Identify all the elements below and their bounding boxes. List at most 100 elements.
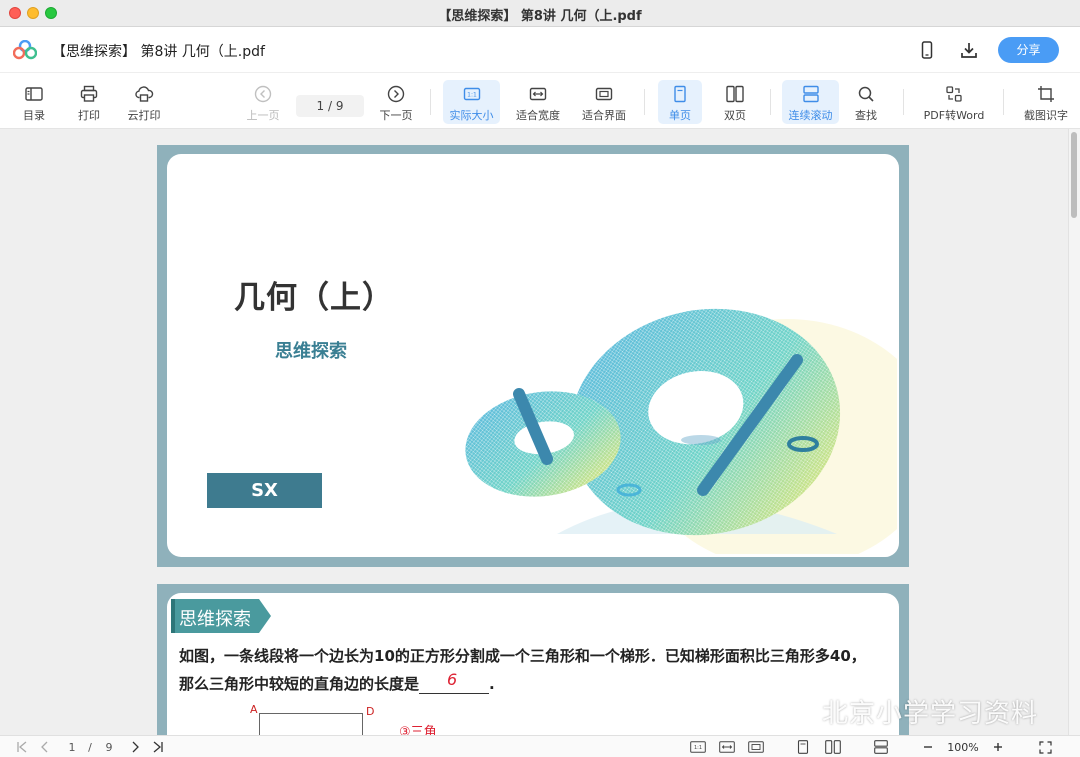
cover-badge: SX (207, 473, 322, 508)
double-page-icon[interactable] (823, 739, 843, 755)
prev-page-icon[interactable] (38, 739, 52, 755)
cloud-print-icon (135, 86, 154, 102)
cover-subtitle: 思维探索 (275, 341, 347, 362)
fit-width-label: 适合宽度 (516, 109, 560, 122)
fit-width-icon[interactable] (717, 739, 737, 755)
wechat-icon (780, 698, 816, 724)
pdf-page-1: 几何（上） 思维探索 SX (157, 145, 909, 567)
double-page-label: 双页 (724, 109, 746, 122)
svg-text:1:1: 1:1 (467, 92, 477, 99)
cloud-print-button[interactable]: 云打印 (122, 80, 166, 124)
torus-illustration (465, 308, 897, 554)
main-toolbar: 目录 打印 云打印 上一页 1 / 9 下一页 1:1 实际大小 适合宽度 适合… (0, 73, 1080, 129)
document-viewer[interactable]: 几何（上） 思维探索 SX 思维探索 如图，一条线段将一个边长为10的正方形分割… (0, 129, 1080, 735)
actual-size-icon: 1:1 (463, 87, 480, 101)
svg-text:1:1: 1:1 (694, 745, 702, 751)
section-ribbon-label: 思维探索 (179, 609, 251, 630)
continuous-scroll-icon (802, 85, 819, 103)
status-page-separator: / (88, 740, 92, 754)
toc-button[interactable]: 目录 (14, 80, 54, 124)
toc-icon (25, 87, 43, 101)
single-page-label: 单页 (669, 109, 691, 122)
convert-icon (946, 86, 962, 102)
handwritten-answer: 6 (447, 670, 458, 689)
cover-title: 几何（上） (234, 280, 394, 316)
toolbar-divider (1003, 89, 1004, 115)
ocr-button[interactable]: 截图识字 (1020, 80, 1072, 124)
continuous-scroll-button[interactable]: 连续滚动 (782, 80, 839, 124)
fit-screen-icon[interactable] (746, 739, 766, 755)
single-page-button[interactable]: 单页 (658, 80, 702, 124)
question-line-2-text: 那么三角形中较短的直角边的长度是 (179, 675, 420, 693)
double-page-icon (726, 85, 744, 103)
fit-width-icon (529, 87, 547, 101)
zoom-level[interactable]: 100% (942, 739, 984, 755)
prev-page-label: 上一页 (246, 109, 280, 122)
chevron-right-circle-icon (387, 85, 405, 103)
find-label: 查找 (855, 109, 877, 122)
continuous-scroll-label: 连续滚动 (788, 109, 833, 122)
page-number-input[interactable]: 1 / 9 (296, 95, 364, 117)
first-page-icon[interactable] (14, 739, 30, 755)
last-page-icon[interactable] (150, 739, 166, 755)
fullscreen-icon[interactable] (1036, 739, 1054, 755)
app-logo-icon (13, 40, 37, 60)
watermark-text: 北京小学学习资料 (822, 699, 1039, 729)
actual-size-button[interactable]: 1:1 实际大小 (443, 80, 500, 124)
sketch-square (259, 713, 363, 735)
fit-screen-button[interactable]: 适合界面 (578, 80, 630, 124)
prev-page-button[interactable]: 上一页 (243, 80, 283, 124)
status-current-page[interactable]: 1 (64, 739, 80, 755)
fit-width-button[interactable]: 适合宽度 (512, 80, 564, 124)
fit-screen-icon (595, 87, 613, 101)
sketch-label-a: A (250, 703, 258, 716)
crop-icon (1038, 86, 1054, 102)
chevron-left-circle-icon (254, 85, 272, 103)
scrollbar-thumb[interactable] (1071, 132, 1077, 218)
mobile-icon[interactable] (914, 37, 940, 63)
single-page-icon[interactable] (794, 739, 812, 755)
pdf-to-word-label: PDF转Word (923, 109, 985, 122)
search-icon (858, 86, 874, 102)
zoom-in-icon[interactable] (990, 739, 1006, 755)
question-line-1: 如图，一条线段将一个边长为10的正方形分割成一个三角形和一个梯形．已知梯形面积比… (179, 647, 866, 665)
toolbar-divider (770, 89, 771, 115)
next-page-icon[interactable] (128, 739, 142, 755)
printer-icon (80, 85, 98, 102)
window-titlebar: 【思维探索】 第8讲 几何（上.pdf (0, 0, 1080, 27)
actual-size-label: 实际大小 (449, 109, 494, 122)
single-page-icon (674, 85, 686, 103)
question-line-2: 那么三角形中较短的直角边的长度是 6. (179, 670, 495, 694)
zoom-out-icon[interactable] (920, 739, 936, 755)
find-button[interactable]: 查找 (846, 80, 886, 124)
vertical-scrollbar[interactable] (1068, 129, 1080, 735)
actual-size-icon[interactable]: 1:1 (688, 739, 708, 755)
toolbar-divider (644, 89, 645, 115)
sketch-note: ③三角 (399, 725, 437, 735)
continuous-scroll-icon[interactable] (871, 739, 891, 755)
app-header: 【思维探索】 第8讲 几何（上.pdf 分享 (0, 27, 1080, 73)
next-page-label: 下一页 (379, 109, 413, 122)
fit-screen-label: 适合界面 (582, 109, 626, 122)
next-page-button[interactable]: 下一页 (376, 80, 416, 124)
toolbar-divider (903, 89, 904, 115)
watermark: 北京小学学习资料 (780, 693, 1038, 730)
status-total-pages: 9 (105, 740, 113, 754)
toc-label: 目录 (23, 109, 45, 122)
share-button[interactable]: 分享 (998, 37, 1059, 63)
status-bar: 1 / 9 1:1 100% (0, 735, 1080, 757)
ocr-label: 截图识字 (1024, 109, 1068, 122)
toolbar-divider (430, 89, 431, 115)
print-button[interactable]: 打印 (69, 80, 109, 124)
answer-blank: 6 (419, 670, 490, 694)
print-label: 打印 (78, 109, 100, 122)
window-title: 【思维探索】 第8讲 几何（上.pdf (438, 9, 642, 24)
question-end: . (489, 675, 495, 693)
document-name: 【思维探索】 第8讲 几何（上.pdf (52, 44, 265, 60)
download-icon[interactable] (956, 37, 982, 63)
page-1-content: 几何（上） 思维探索 SX (167, 154, 899, 557)
cloud-print-label: 云打印 (127, 109, 161, 122)
double-page-button[interactable]: 双页 (714, 80, 756, 124)
pdf-to-word-button[interactable]: PDF转Word (920, 80, 988, 124)
sketch-label-d: D (366, 705, 375, 718)
